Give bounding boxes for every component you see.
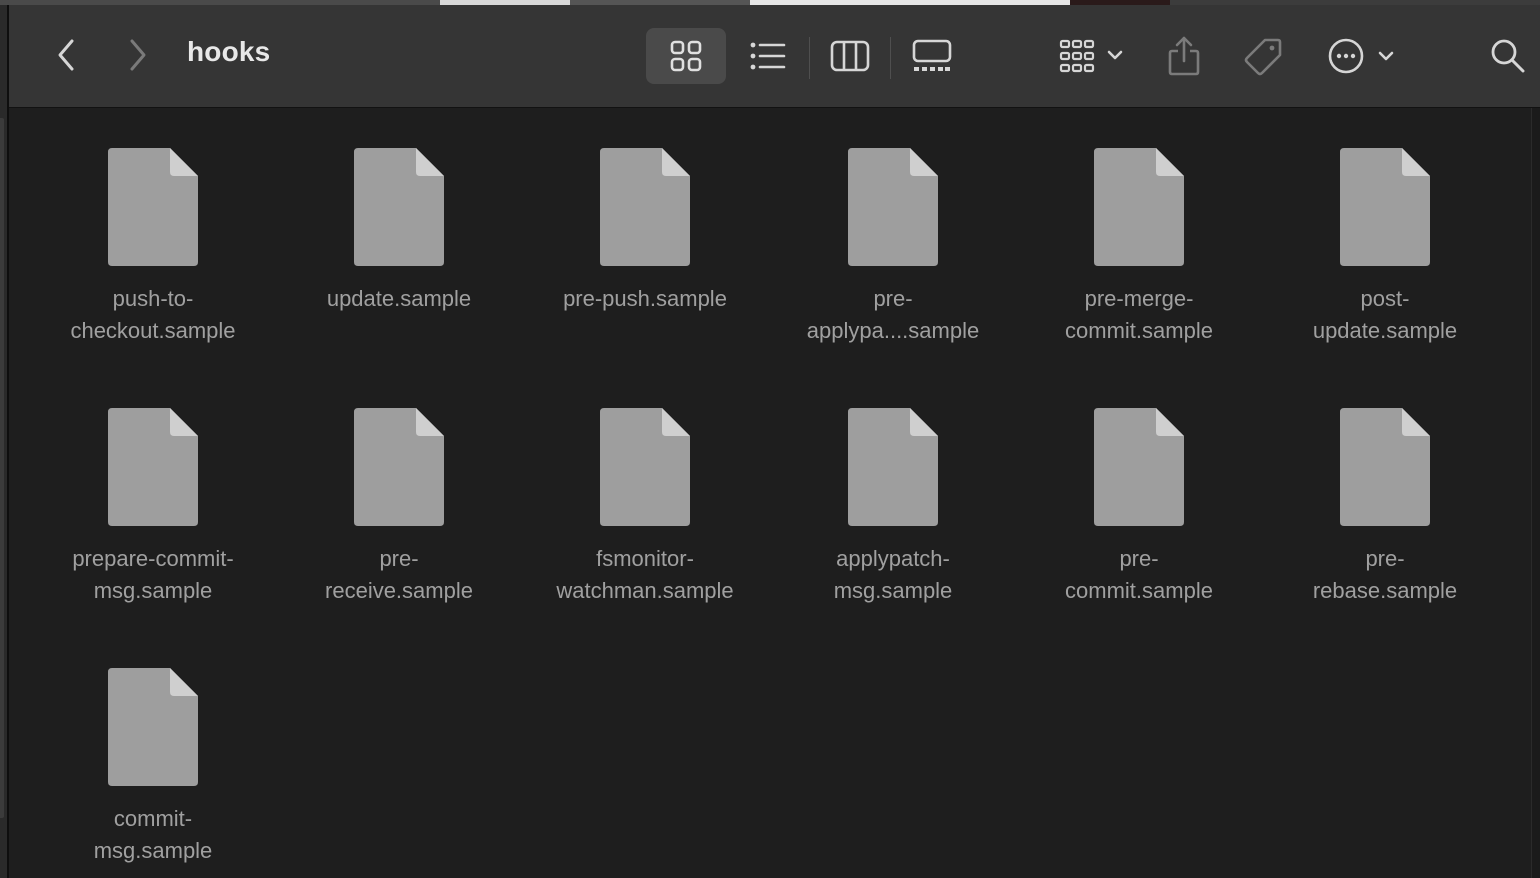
file-name: fsmonitor- watchman.sample (556, 546, 734, 603)
file-name: commit- msg.sample (93, 806, 213, 863)
chevron-left-icon (58, 39, 74, 71)
file-name: pre- applypa....sample (806, 286, 980, 343)
document-icon (354, 408, 444, 526)
file-name: post- update.sample (1312, 286, 1458, 343)
document-icon (1094, 408, 1184, 526)
search-icon (1491, 39, 1525, 73)
toolbar-divider (809, 37, 810, 79)
group-by-button[interactable] (1047, 28, 1131, 84)
file-name: pre-merge- commit.sample (1065, 286, 1213, 343)
gallery-view-button[interactable] (901, 28, 963, 84)
file-item[interactable]: fsmonitor- watchman.sample (545, 368, 771, 608)
gallery-icon (912, 39, 952, 71)
more-actions-button[interactable] (1321, 28, 1401, 84)
scrollbar[interactable] (1531, 108, 1540, 878)
file-item[interactable]: applypatch- msg.sample (793, 368, 1019, 608)
file-name: update.sample (326, 286, 472, 311)
document-icon (600, 148, 690, 266)
document-icon (1340, 408, 1430, 526)
icon-view-button[interactable] (646, 28, 726, 84)
file-item[interactable]: update.sample (299, 108, 525, 348)
share-icon (1168, 36, 1200, 76)
file-item[interactable]: pre- commit.sample (1039, 368, 1265, 608)
finder-window: hooks push-to- checkout.sample update.sa… (0, 0, 1540, 878)
tag-button[interactable] (1237, 28, 1289, 84)
search-button[interactable] (1483, 30, 1533, 82)
document-icon (848, 148, 938, 266)
document-icon (354, 148, 444, 266)
list-view-button[interactable] (737, 28, 799, 84)
back-button[interactable] (47, 33, 87, 77)
file-grid: push-to- checkout.sample update.sample pre… (9, 108, 1540, 878)
toolbar-divider (890, 37, 891, 79)
file-item[interactable]: pre- applypa....sample (793, 108, 1019, 348)
file-name: applypatch- msg.sample (833, 546, 953, 603)
file-item[interactable]: commit- msg.sample (53, 628, 279, 868)
chevron-right-icon (130, 39, 146, 71)
document-icon (108, 408, 198, 526)
list-icon (750, 42, 786, 70)
group-icon (1059, 39, 1123, 73)
forward-button[interactable] (117, 33, 157, 77)
chevron-down-icon (1107, 50, 1123, 60)
file-name: pre-push.sample (563, 286, 727, 311)
file-item[interactable]: pre- rebase.sample (1285, 368, 1511, 608)
document-icon (848, 408, 938, 526)
document-icon (1340, 148, 1430, 266)
column-view-button[interactable] (819, 28, 881, 84)
file-item[interactable]: push-to- checkout.sample (53, 108, 279, 348)
file-item[interactable]: prepare-commit- msg.sample (53, 368, 279, 608)
file-item[interactable]: pre- receive.sample (299, 368, 525, 608)
file-item[interactable]: post- update.sample (1285, 108, 1511, 348)
document-icon (1094, 148, 1184, 266)
file-name: pre- rebase.sample (1312, 546, 1458, 603)
file-item[interactable]: pre-merge- commit.sample (1039, 108, 1265, 348)
document-icon (108, 148, 198, 266)
columns-icon (830, 40, 870, 72)
document-icon (108, 668, 198, 786)
toolbar: hooks (9, 5, 1540, 108)
window-title: hooks (187, 36, 271, 67)
file-name: pre- receive.sample (325, 546, 473, 603)
chevron-down-icon (1378, 51, 1394, 61)
sidebar-edge (0, 118, 4, 818)
tag-icon (1244, 38, 1282, 76)
share-button[interactable] (1159, 28, 1209, 84)
grid-icon (670, 40, 702, 72)
file-name: pre- commit.sample (1065, 546, 1213, 603)
file-item[interactable]: pre-push.sample (545, 108, 771, 348)
file-name: prepare-commit- msg.sample (72, 546, 234, 603)
document-icon (600, 408, 690, 526)
file-name: push-to- checkout.sample (70, 286, 236, 343)
ellipsis-circle-icon (1328, 38, 1394, 74)
